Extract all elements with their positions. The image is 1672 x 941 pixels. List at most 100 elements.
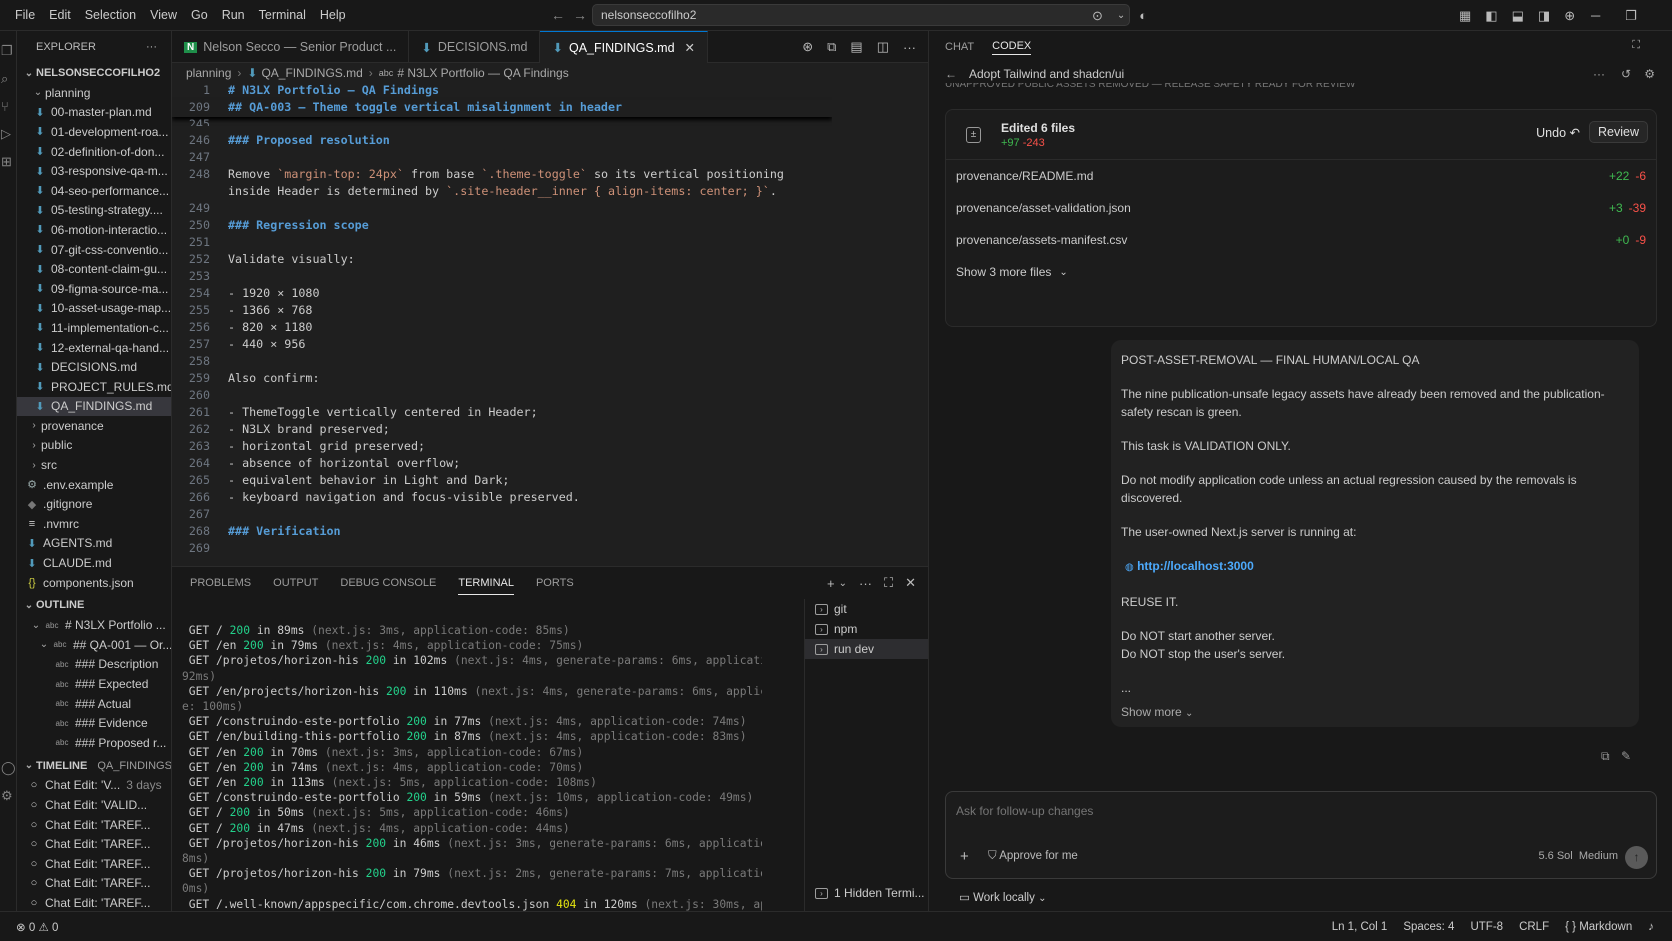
edited-file-row[interactable]: provenance/assets-manifest.csv +0 -9 (946, 224, 1656, 256)
menu-file[interactable]: File (8, 0, 42, 31)
localhost-link[interactable]: http://localhost:3000 (1137, 559, 1254, 573)
maximize-icon[interactable]: ❐ (1625, 8, 1637, 24)
edit-icon[interactable]: ✎ (1621, 749, 1631, 763)
outline-item[interactable]: ⌄ abc ## QA-001 — Or... (17, 635, 171, 655)
end-of-line[interactable]: CRLF (1519, 921, 1549, 933)
extensions-icon[interactable]: ⊞ (1, 154, 16, 170)
indentation[interactable]: Spaces: 4 (1403, 921, 1454, 933)
folder-item[interactable]: › public (17, 436, 171, 456)
outline-item[interactable]: abc ### Evidence (17, 713, 171, 733)
file-item[interactable]: ≡ .nvmrc (17, 514, 171, 534)
breadcrumb-file[interactable]: QA_FINDINGS.md (261, 66, 362, 80)
hidden-terminals[interactable]: › 1 Hidden Termi... (805, 883, 925, 903)
more-actions-icon[interactable]: ··· (903, 40, 916, 55)
file-item[interactable]: ⬇ 05-testing-strategy.... (17, 201, 171, 221)
edited-file-row[interactable]: provenance/asset-validation.json +3 -39 (946, 192, 1656, 224)
timeline-item[interactable]: ○ Chat Edit: 'VALID... (17, 795, 171, 815)
accounts-icon[interactable]: ◯ (1, 760, 16, 776)
file-item[interactable]: ⬇ 01-development-roa... (17, 122, 171, 142)
send-button[interactable]: ↑ (1625, 846, 1648, 869)
file-item[interactable]: ⬇ 00-master-plan.md (17, 103, 171, 123)
folder-item[interactable]: › src (17, 455, 171, 475)
more-actions-icon[interactable]: ··· (859, 576, 872, 591)
undo-button[interactable]: Undo ↶ (1536, 125, 1580, 140)
file-item[interactable]: ⬇ 02-definition-of-don... (17, 142, 171, 162)
edited-file-row[interactable]: provenance/README.md +22 -6 (946, 160, 1656, 192)
explorer-icon[interactable]: ❐ (1, 43, 16, 59)
file-item[interactable]: ⬇ CLAUDE.md (17, 553, 171, 573)
maximize-chat-icon[interactable]: ⛶ (1632, 39, 1640, 52)
copilot-icon[interactable]: ⊛ (802, 39, 813, 55)
more-actions-icon[interactable]: ··· (1593, 67, 1605, 81)
cursor-position[interactable]: Ln 1, Col 1 (1332, 921, 1388, 933)
search-icon[interactable]: ⌕ (1, 71, 16, 87)
follow-up-input[interactable] (956, 804, 1636, 818)
timeline-item[interactable]: ○ Chat Edit: 'TAREF... (17, 893, 171, 911)
run-debug-icon[interactable]: ▷ (1, 126, 16, 142)
file-item[interactable]: ⬇ QA_FINDINGS.md (17, 396, 171, 417)
tab-decisions[interactable]: ⬇ DECISIONS.md (409, 31, 541, 63)
show-more-files[interactable]: Show 3 more files ⌄ (946, 256, 1656, 288)
folder-item[interactable]: › provenance (17, 416, 171, 436)
menu-terminal[interactable]: Terminal (252, 0, 313, 31)
file-item[interactable]: ⬇ DECISIONS.md (17, 357, 171, 377)
panel-tab-debug-console[interactable]: DEBUG CONSOLE (340, 572, 436, 594)
show-more-button[interactable]: Show more ⌄ (1121, 703, 1629, 723)
tab-qa-findings[interactable]: ⬇ QA_FINDINGS.md ✕ (540, 31, 709, 63)
tab-portfolio[interactable]: N Nelson Secco — Senior Product ... (172, 31, 410, 63)
notifications-bell-icon[interactable]: ♪ (1648, 921, 1654, 933)
copilot-icon[interactable]: ⊙ (1092, 8, 1103, 24)
terminal-item[interactable]: › npm (805, 619, 928, 639)
split-editor-icon[interactable]: ◫ (877, 39, 889, 55)
file-item[interactable]: ⬇ 04-seo-performance... (17, 181, 171, 201)
settings-gear-icon[interactable]: ⚙ (1644, 67, 1655, 81)
chevron-down-icon[interactable]: ⌄ (1117, 10, 1125, 21)
menu-go[interactable]: Go (184, 0, 215, 31)
file-item[interactable]: ⬇ 07-git-css-conventio... (17, 240, 171, 260)
workspace-root[interactable]: ⌄ NELSONSECCOFILHO2 (17, 63, 171, 83)
menu-run[interactable]: Run (215, 0, 252, 31)
file-item[interactable]: ⬇ 08-content-claim-gu... (17, 259, 171, 279)
file-item[interactable]: ◆ .gitignore (17, 494, 171, 514)
outline-item[interactable]: abc ### Actual (17, 694, 171, 714)
manage-gear-icon[interactable]: ⚙ (1, 788, 16, 804)
review-button[interactable]: Review (1589, 121, 1648, 143)
file-item[interactable]: ⬇ 10-asset-usage-map... (17, 299, 171, 319)
more-actions-icon[interactable]: ··· (146, 41, 157, 53)
file-item[interactable]: ⚙ .env.example (17, 475, 171, 495)
terminal-item[interactable]: › git (805, 599, 928, 619)
outline-item[interactable]: ⌄ abc # N3LX Portfolio ... (17, 615, 171, 635)
file-item[interactable]: ⬇ 12-external-qa-hand... (17, 338, 171, 358)
timeline-section[interactable]: ⌄TIMELINEQA_FINDINGS.md (17, 756, 171, 776)
file-item[interactable]: {} components.json (17, 573, 171, 593)
menu-help[interactable]: Help (313, 0, 353, 31)
approval-mode-button[interactable]: ⛉ Approve for me (988, 850, 1078, 863)
globe-icon[interactable]: ⊕ (1564, 8, 1575, 24)
encoding[interactable]: UTF-8 (1470, 921, 1503, 933)
timeline-item[interactable]: ○ Chat Edit: 'TAREF... (17, 854, 171, 874)
panel-tab-ports[interactable]: PORTS (536, 572, 574, 594)
source-control-icon[interactable]: ⑂ (1, 99, 16, 114)
panel-tab-output[interactable]: OUTPUT (273, 572, 318, 594)
file-item[interactable]: ⬇ 11-implementation-c... (17, 318, 171, 338)
diff-icon[interactable]: ▤ (850, 39, 862, 55)
toggle-panel-icon[interactable]: ⬓ (1512, 8, 1524, 24)
minimize-icon[interactable]: ─ (1591, 8, 1600, 23)
open-preview-icon[interactable]: ⧉ (827, 39, 836, 55)
layout-custom-icon[interactable]: ▦ (1459, 8, 1471, 24)
breadcrumb-folder[interactable]: planning (186, 66, 231, 80)
back-arrow-icon[interactable]: ← (945, 67, 957, 81)
folder-planning[interactable]: ⌄ planning (17, 83, 171, 103)
close-panel-icon[interactable]: ✕ (905, 575, 916, 591)
close-tab-icon[interactable]: ✕ (685, 40, 695, 55)
file-item[interactable]: ⬇ 06-motion-interactio... (17, 220, 171, 240)
file-item[interactable]: ⬇ 03-responsive-qa-m... (17, 161, 171, 181)
terminal-output[interactable]: GET / 200 in 89ms (next.js: 3ms, applica… (182, 623, 762, 913)
command-center-search[interactable]: nelsonseccofilho2 (592, 4, 1130, 26)
new-terminal-icon[interactable]: + (827, 576, 835, 591)
outline-item[interactable]: abc ### Expected (17, 674, 171, 694)
outline-section[interactable]: ⌄ OUTLINE (17, 595, 171, 615)
menu-selection[interactable]: Selection (78, 0, 143, 31)
outline-item[interactable]: abc ### Description (17, 655, 171, 675)
file-item[interactable]: ⬇ AGENTS.md (17, 534, 171, 554)
